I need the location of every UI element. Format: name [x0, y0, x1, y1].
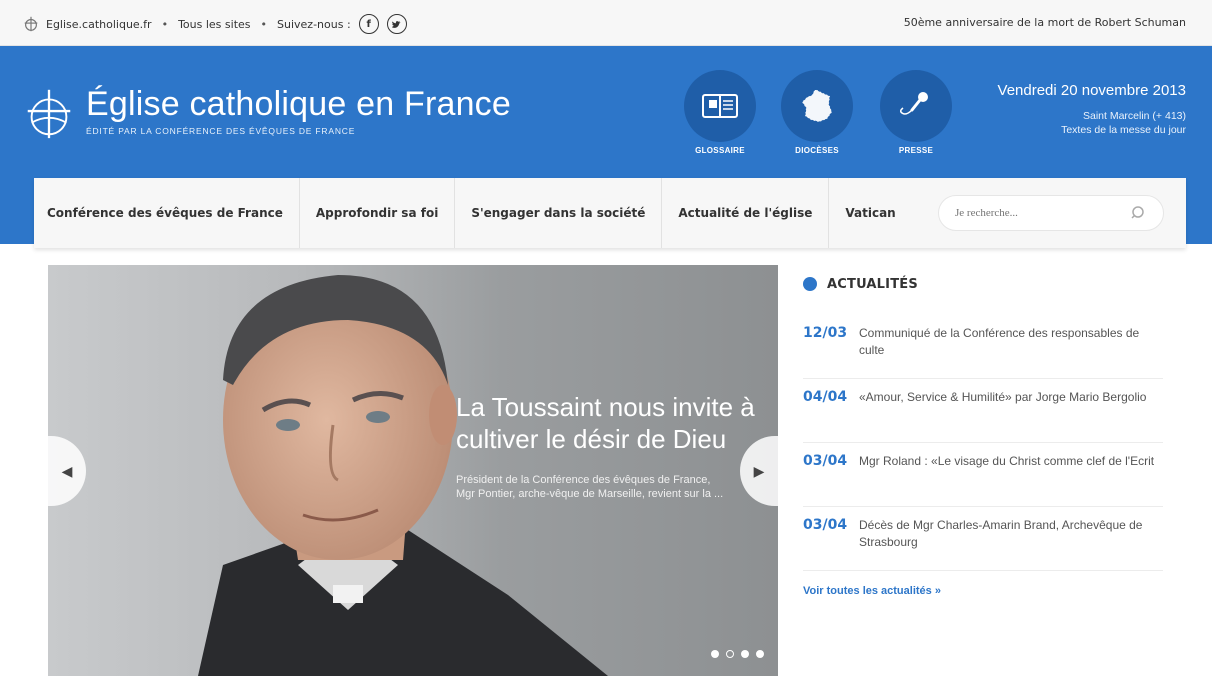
- press-button[interactable]: PRESSE: [876, 70, 956, 155]
- search-box: [938, 195, 1164, 231]
- slide-excerpt: Président de la Conférence des évêques d…: [456, 474, 724, 500]
- france-map-icon: [801, 88, 833, 123]
- announcement-link[interactable]: 50ème anniversaire de la mort de Robert …: [904, 16, 1186, 29]
- glossary-label: GLOSSAIRE: [695, 146, 745, 155]
- site-title: Église catholique en France: [86, 85, 511, 123]
- top-utility-bar: Eglise.catholique.fr • Tous les sites • …: [0, 0, 1212, 46]
- mass-texts-link[interactable]: Textes de la messe du jour: [998, 123, 1186, 137]
- dioceses-button[interactable]: DIOCÈSES: [777, 70, 857, 155]
- news-date: 04/04: [803, 389, 848, 405]
- news-title[interactable]: Communiqué de la Conférence des responsa…: [859, 325, 1163, 368]
- nav-item-vatican[interactable]: Vatican: [829, 178, 911, 248]
- book-icon: [702, 94, 738, 118]
- slide-caption: La Toussaint nous invite à cultiver le d…: [456, 391, 766, 501]
- slider-pagination: [711, 650, 764, 658]
- all-sites-link[interactable]: Tous les sites: [178, 18, 250, 31]
- hero-slider[interactable]: La Toussaint nous invite à cultiver le d…: [48, 265, 778, 676]
- nav-item-engager[interactable]: S'engager dans la société: [455, 178, 663, 248]
- press-label: PRESSE: [898, 146, 934, 155]
- news-heading: ACTUALITÉS: [827, 276, 918, 292]
- news-header: ACTUALITÉS: [803, 265, 1163, 303]
- slider-dot[interactable]: [711, 650, 719, 658]
- chevron-left-icon: ◀: [61, 462, 73, 479]
- news-list: 12/03 Communiqué de la Conférence des re…: [803, 315, 1163, 571]
- slider-dot[interactable]: [726, 650, 734, 658]
- slide-headline[interactable]: La Toussaint nous invite à cultiver le d…: [456, 391, 766, 455]
- nav-item-approfondir[interactable]: Approfondir sa foi: [300, 178, 456, 248]
- list-item[interactable]: 12/03 Communiqué de la Conférence des re…: [803, 315, 1163, 379]
- slider-dot[interactable]: [741, 650, 749, 658]
- topbar-left: Eglise.catholique.fr • Tous les sites • …: [22, 14, 407, 34]
- site-link[interactable]: Eglise.catholique.fr: [46, 18, 152, 31]
- nav-item-conference[interactable]: Conférence des évêques de France: [34, 178, 300, 248]
- current-date: Vendredi 20 novembre 2013: [997, 82, 1186, 99]
- nav-item-actualite[interactable]: Actualité de l'église: [662, 178, 830, 248]
- list-item[interactable]: 03/04 Décès de Mgr Charles-Amarin Brand,…: [803, 507, 1163, 571]
- glossary-button[interactable]: GLOSSAIRE: [680, 70, 760, 155]
- date-block: Vendredi 20 novembre 2013 Saint Marcelin…: [998, 82, 1186, 137]
- search-icon[interactable]: [1131, 205, 1147, 221]
- chevron-right-icon: ▶: [753, 462, 765, 479]
- site-brand[interactable]: Église catholique en France ÉDITÉ PAR LA…: [20, 84, 511, 142]
- news-date: 03/04: [803, 453, 848, 469]
- church-emblem-icon: [24, 16, 38, 32]
- search-input[interactable]: [955, 207, 1125, 219]
- news-date: 12/03: [803, 325, 848, 341]
- site-subtitle: ÉDITÉ PAR LA CONFÉRENCE DES ÉVÊQUES DE F…: [86, 126, 356, 136]
- church-emblem-icon: [27, 89, 71, 139]
- list-item[interactable]: 04/04 «Amour, Service & Humilité» par Jo…: [803, 379, 1163, 443]
- twitter-icon[interactable]: [386, 14, 407, 34]
- news-date: 03/04: [803, 517, 848, 533]
- slider-dot[interactable]: [756, 650, 764, 658]
- facebook-icon[interactable]: f: [358, 14, 379, 34]
- news-title[interactable]: «Amour, Service & Humilité» par Jorge Ma…: [859, 389, 1146, 432]
- follow-label: Suivez-nous :: [277, 17, 351, 31]
- main-navigation: Conférence des évêques de France Approfo…: [34, 178, 1186, 248]
- separator: •: [161, 17, 169, 31]
- list-item[interactable]: 03/04 Mgr Roland : «Le visage du Christ …: [803, 443, 1163, 507]
- news-title[interactable]: Décès de Mgr Charles-Amarin Brand, Arche…: [859, 517, 1163, 560]
- saint-of-day-link[interactable]: Saint Marcelin (+ 413): [998, 109, 1186, 123]
- dioceses-label: DIOCÈSES: [795, 146, 839, 155]
- separator: •: [260, 17, 268, 31]
- microphone-icon: [899, 92, 928, 115]
- all-news-link[interactable]: Voir toutes les actualités »: [803, 585, 1163, 597]
- news-panel: ACTUALITÉS 12/03 Communiqué de la Confér…: [803, 265, 1163, 597]
- bullet-icon: [803, 277, 817, 291]
- news-title[interactable]: Mgr Roland : «Le visage du Christ comme …: [859, 453, 1154, 496]
